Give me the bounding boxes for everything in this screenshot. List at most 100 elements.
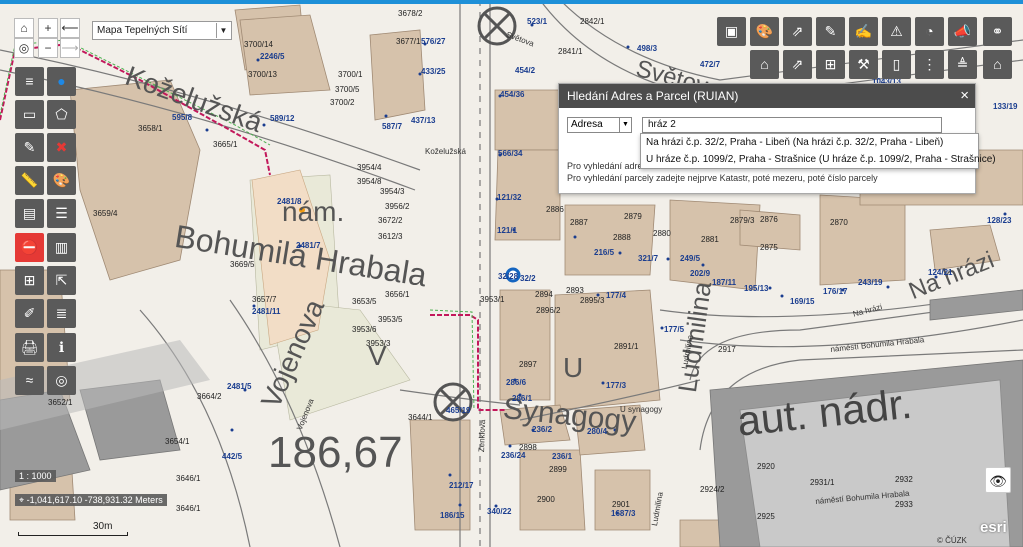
home-tool[interactable]: ⌂ (983, 50, 1012, 79)
open-external-tool[interactable]: ⇗ (783, 50, 812, 79)
parcel-label: 3954/8 (357, 177, 382, 186)
address-label: 2481/7 (296, 241, 321, 250)
address-label: 433/25 (421, 67, 446, 76)
top-accent-bar (0, 0, 1023, 4)
dashboard-tool[interactable]: ⊞ (816, 50, 845, 79)
address-label: 321/7 (638, 254, 659, 263)
parcel-label: 3956/2 (385, 202, 410, 211)
parcel-label: 2897 (519, 360, 537, 369)
address-label: 576/27 (421, 37, 446, 46)
select-polygon-tool[interactable]: ⬠ (47, 100, 76, 129)
gauge-tool[interactable]: ◔ (915, 17, 944, 46)
arrow-right-icon[interactable]: ⟶ (60, 38, 80, 58)
edit-tool[interactable]: ✎ (816, 17, 845, 46)
parcel-label: 2894 (535, 290, 553, 299)
address-label: 177/3 (606, 381, 627, 390)
parcel-label: 3700/13 (248, 70, 277, 79)
stack-tool[interactable]: ≜ (948, 50, 977, 79)
zoom-out-button[interactable]: − (38, 38, 58, 58)
chevron-down-icon: ▼ (216, 23, 230, 38)
search-type-select[interactable]: Adresa ▼ (567, 117, 632, 133)
suggestion-item[interactable]: Na hrázi č.p. 32/2, Praha - Libeň (Na hr… (641, 134, 978, 151)
parcel-label: 2899 (549, 465, 567, 474)
print-tool[interactable]: 🖨 (15, 333, 44, 362)
annotate-tool[interactable]: ✐ (15, 299, 44, 328)
parcel-label: 2841/1 (558, 47, 583, 56)
list-tool[interactable]: ☰ (47, 199, 76, 228)
search-input[interactable]: hráz 2 (642, 117, 942, 133)
hammer-tool[interactable]: ⚒ (849, 50, 878, 79)
eye-icon[interactable]: 👁 (985, 467, 1011, 493)
ruler-tool[interactable]: 📏 (15, 166, 44, 195)
building-tool[interactable]: ⌂ (750, 50, 779, 79)
address-label: 523/1 (527, 17, 548, 26)
parcel-label: 3700/14 (244, 40, 273, 49)
search-input-value: hráz 2 (648, 119, 676, 130)
address-label: 249/5 (680, 254, 701, 263)
layers-tool[interactable]: ≡ (15, 67, 44, 96)
zoom-in-button[interactable]: + (38, 18, 58, 38)
filter-tool[interactable]: ⛔ (15, 233, 44, 262)
wave-tool[interactable]: ≈ (15, 366, 44, 395)
arrow-left-icon[interactable]: ⟵ (60, 18, 80, 38)
suggestion-item[interactable]: U hráze č.p. 1099/2, Praha - Strašnice (… (641, 151, 996, 168)
parcel-label: 3652/1 (48, 398, 73, 407)
info-tool[interactable]: ℹ (47, 333, 76, 362)
table-tool[interactable]: ▤ (15, 199, 44, 228)
home-icon[interactable]: ⌂ (14, 18, 34, 38)
search-type-value: Adresa (571, 119, 603, 130)
address-label: 286/6 (506, 378, 527, 387)
address-label: 128/23 (987, 216, 1012, 225)
parcel-label: 3672/2 (378, 216, 403, 225)
parcel-label: 2879/3 (730, 216, 755, 225)
warning-tool[interactable]: ⚠ (882, 17, 911, 46)
chart-tool[interactable]: ▥ (47, 233, 76, 262)
basemap-select[interactable]: Mapa Tepelných Sítí ▼ (92, 21, 232, 40)
street-label-large: U (563, 352, 584, 383)
locate-icon[interactable]: ◎ (14, 38, 34, 58)
close-icon[interactable]: × (960, 84, 969, 108)
export-tool[interactable]: ⇱ (47, 266, 76, 295)
address-label: 177/4 (606, 291, 627, 300)
parcel-label: 2880 (653, 229, 671, 238)
measure-tool[interactable]: ✎ (15, 133, 44, 162)
address-label: 498/3 (637, 44, 658, 53)
street-label-small: Zenklova (477, 419, 488, 453)
address-label: 1687/3 (611, 509, 636, 518)
parcel-label: 2870 (830, 218, 848, 227)
announce-tool[interactable]: 📣 (948, 17, 977, 46)
basemap-tool[interactable]: ▣ (717, 17, 746, 46)
grid-tool[interactable]: ⊞ (15, 266, 44, 295)
attribute-tool[interactable]: ≣ (47, 299, 76, 328)
parcel-label: 2881 (701, 235, 719, 244)
scale-readout: 1 : 1000 (15, 470, 56, 482)
parcel-label: 2896/2 (536, 306, 561, 315)
scalebar-label: 30m (93, 521, 113, 532)
network-tool[interactable]: ⋮ (915, 50, 944, 79)
address-label: 2481/11 (252, 307, 281, 316)
address-label: 236/2 (532, 425, 553, 434)
select-rectangle-tool[interactable]: ▭ (15, 100, 44, 129)
pipes-tool[interactable]: ⚭ (983, 17, 1012, 46)
address-label: 595/8 (172, 113, 193, 122)
parcel-label: 3654/1 (165, 437, 190, 446)
palette-tool[interactable]: 🎨 (750, 17, 779, 46)
share-tool[interactable]: ⇗ (783, 17, 812, 46)
clear-selection-tool[interactable]: ✖ (47, 133, 76, 162)
address-label: 176/17 (823, 287, 848, 296)
address-label: 121/32 (497, 193, 522, 202)
parcel-label: 2900 (537, 495, 555, 504)
dialog-header: Hledání Adres a Parcel (RUIAN) × (559, 84, 975, 108)
address-label: 195/13 (744, 284, 769, 293)
draw-tool-right[interactable]: ✍ (849, 17, 878, 46)
parcel-label: 2875 (760, 243, 778, 252)
legend-tool[interactable]: ● (47, 67, 76, 96)
address-label: 32/2 (520, 274, 536, 283)
compass-tool[interactable]: ◎ (47, 366, 76, 395)
parcel-label: 2895/3 (580, 296, 605, 305)
draw-tool[interactable]: 🎨 (47, 166, 76, 195)
street-label-large: 186,67 (268, 428, 403, 477)
parcel-label: 3669/5 (230, 260, 255, 269)
mobile-tool[interactable]: ▯ (882, 50, 911, 79)
address-label: 437/13 (411, 116, 436, 125)
